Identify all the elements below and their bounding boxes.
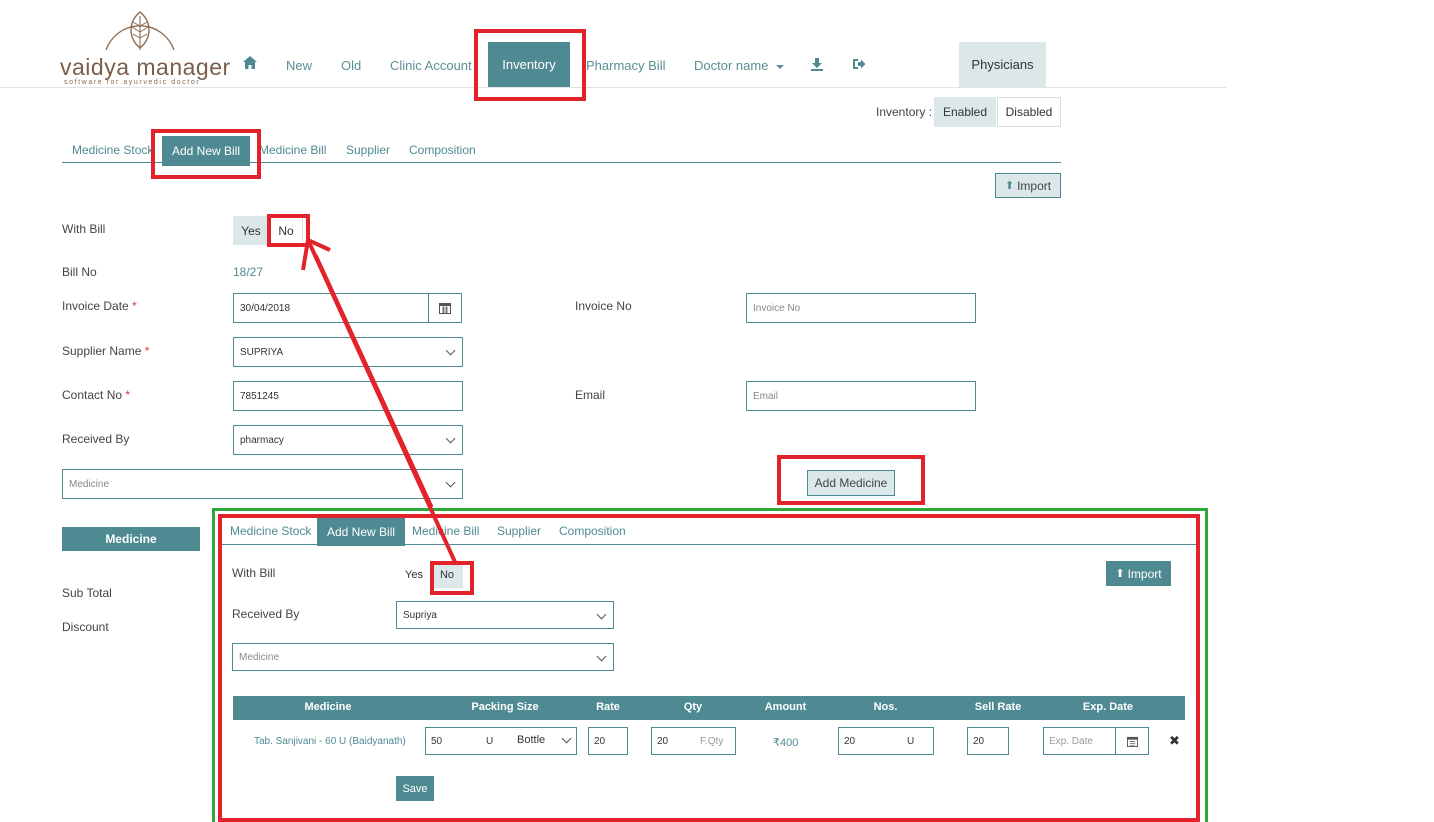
annotation-arrow — [301, 237, 457, 563]
